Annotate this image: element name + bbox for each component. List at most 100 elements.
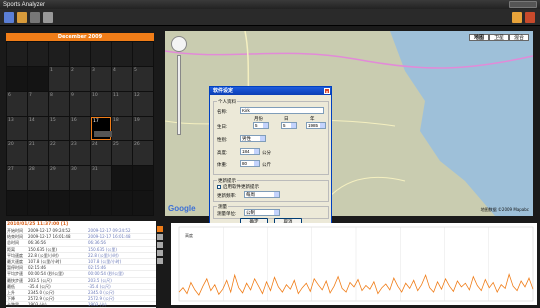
calendar-day[interactable]: [112, 166, 132, 191]
calendar-month-title[interactable]: December 2009: [6, 33, 154, 41]
calendar-day[interactable]: 31: [91, 166, 111, 191]
update-check-label: 启用软件更新提示: [223, 184, 259, 189]
stat-value: 2572.9 (公尺): [88, 296, 115, 302]
weight-stepper[interactable]: 80: [240, 160, 260, 167]
height-stepper[interactable]: 184: [240, 148, 260, 155]
dialog-title-bar[interactable]: 软件设定 x: [210, 87, 331, 95]
chart-tools: [157, 226, 166, 305]
calendar-day[interactable]: 10: [91, 91, 111, 116]
calendar-day[interactable]: 17: [91, 116, 118, 141]
stat-value: 2009-12-17 09:24:52: [88, 228, 131, 233]
calendar-day[interactable]: 5: [133, 66, 153, 91]
calendar-day[interactable]: 12: [133, 91, 153, 116]
units-label: 测量单位:: [217, 211, 237, 216]
calendar-day[interactable]: [133, 191, 153, 215]
stat-value: 2572.9 (公尺): [28, 296, 55, 302]
units-select[interactable]: 公制: [244, 209, 280, 216]
calendar-day[interactable]: 19: [133, 116, 153, 141]
calendar-day[interactable]: [112, 191, 132, 215]
calendar-day[interactable]: 15: [49, 116, 69, 141]
birth-day-stepper[interactable]: 5: [281, 122, 297, 129]
personal-info-label: 个人资料: [217, 99, 237, 105]
stat-value: 2345.0 (公尺): [28, 289, 55, 295]
calendar-day[interactable]: 16: [70, 116, 90, 141]
stat-label: 最低: [7, 283, 15, 289]
calendar-day[interactable]: 23: [70, 141, 90, 166]
chart-tool-heart-icon[interactable]: [157, 242, 163, 248]
name-field[interactable]: Kirk: [240, 107, 324, 114]
calendar-day[interactable]: 18: [112, 116, 132, 141]
calendar-day[interactable]: 3: [91, 66, 111, 91]
name-label: 名称:: [217, 109, 228, 114]
stat-value: 2009-12-17 16:01:48: [28, 234, 71, 240]
stat-value: 06:36:56: [28, 240, 46, 246]
chart-tool-speed-icon[interactable]: [157, 234, 163, 240]
calendar-day[interactable]: 27: [7, 166, 27, 191]
calendar-day[interactable]: [28, 66, 48, 91]
calendar-day[interactable]: 4: [112, 66, 132, 91]
stat-label: 平均步速: [7, 271, 23, 277]
map-pan-control[interactable]: [171, 36, 187, 52]
map-type-map[interactable]: 地图: [468, 34, 489, 41]
chart-tool-altitude-icon[interactable]: [157, 226, 163, 232]
stat-label: 上升: [7, 289, 15, 295]
calendar-day[interactable]: [7, 66, 27, 91]
calendar-day[interactable]: [49, 191, 69, 215]
stat-value: 107.8 (公里/小时): [28, 258, 62, 264]
stat-value: 00:00:54 (秒/公里): [88, 271, 124, 277]
update-frequency-label: 更新频率:: [217, 193, 237, 198]
stat-label: 最快步速: [7, 277, 23, 283]
update-frequency-select[interactable]: 每周: [244, 191, 280, 198]
calendar-dow: [7, 42, 27, 66]
stats-table: 开始时间 2009-12-17 09:24:52 2009-12-17 09:24:…: [6, 228, 156, 308]
altitude-chart[interactable]: 高度: [171, 223, 537, 305]
stat-value: 22.8 (公里/小时): [28, 252, 59, 258]
window-controls[interactable]: [509, 1, 537, 8]
calendar-day[interactable]: 26: [133, 141, 153, 166]
calendar-dow: [133, 42, 153, 66]
stat-row: 卡路里 1903 (卡) 1903 (卡): [6, 302, 156, 308]
update-checkbox[interactable]: [217, 185, 221, 189]
calendar-icon[interactable]: [4, 12, 14, 23]
calendar-day[interactable]: 21: [28, 141, 48, 166]
help-icon[interactable]: [512, 12, 522, 23]
calendar-day[interactable]: 11: [112, 91, 132, 116]
calendar-day[interactable]: 29: [49, 166, 69, 191]
calendar-day[interactable]: 28: [28, 166, 48, 191]
calendar-day[interactable]: [28, 191, 48, 215]
map-zoom-slider[interactable]: [177, 55, 181, 135]
birth-month-stepper[interactable]: 5: [253, 122, 269, 129]
stat-value: 2345.0 (公尺): [88, 289, 115, 295]
exit-icon[interactable]: [525, 12, 535, 23]
calendar-day[interactable]: 8: [49, 91, 69, 116]
calendar-day[interactable]: [70, 191, 90, 215]
calendar-day[interactable]: 1: [49, 66, 69, 91]
calendar-day[interactable]: 25: [112, 141, 132, 166]
toolbar: [0, 9, 540, 26]
calendar-day[interactable]: 7: [28, 91, 48, 116]
chart-tool-cadence-icon[interactable]: [157, 250, 163, 256]
calendar-day[interactable]: [133, 166, 153, 191]
birth-year-stepper[interactable]: 1985: [306, 122, 326, 129]
calendar-day[interactable]: 9: [70, 91, 90, 116]
calendar-day[interactable]: 2: [70, 66, 90, 91]
stat-label: 结束时间: [7, 234, 23, 240]
calendar-day[interactable]: [91, 191, 111, 215]
settings-icon[interactable]: [43, 12, 53, 23]
calendar-day[interactable]: 20: [7, 141, 27, 166]
map-type-satellite[interactable]: 卫星: [488, 34, 509, 41]
calendar-day[interactable]: 24: [91, 141, 111, 166]
calendar-day[interactable]: 6: [7, 91, 27, 116]
calendar-day[interactable]: 30: [70, 166, 90, 191]
close-icon[interactable]: x: [324, 88, 330, 94]
calendar-day[interactable]: 22: [49, 141, 69, 166]
stat-value: 2009-12-17 16:01:48: [88, 234, 131, 240]
calendar-day[interactable]: 14: [28, 116, 48, 141]
chart-tool-zoom-icon[interactable]: [157, 258, 163, 264]
save-icon[interactable]: [30, 12, 40, 23]
map-type-hybrid[interactable]: 混合: [508, 34, 529, 41]
calendar-day[interactable]: 13: [7, 116, 27, 141]
calendar-day[interactable]: [7, 191, 27, 215]
gender-select[interactable]: 男性: [240, 135, 266, 142]
open-file-icon[interactable]: [17, 12, 27, 23]
